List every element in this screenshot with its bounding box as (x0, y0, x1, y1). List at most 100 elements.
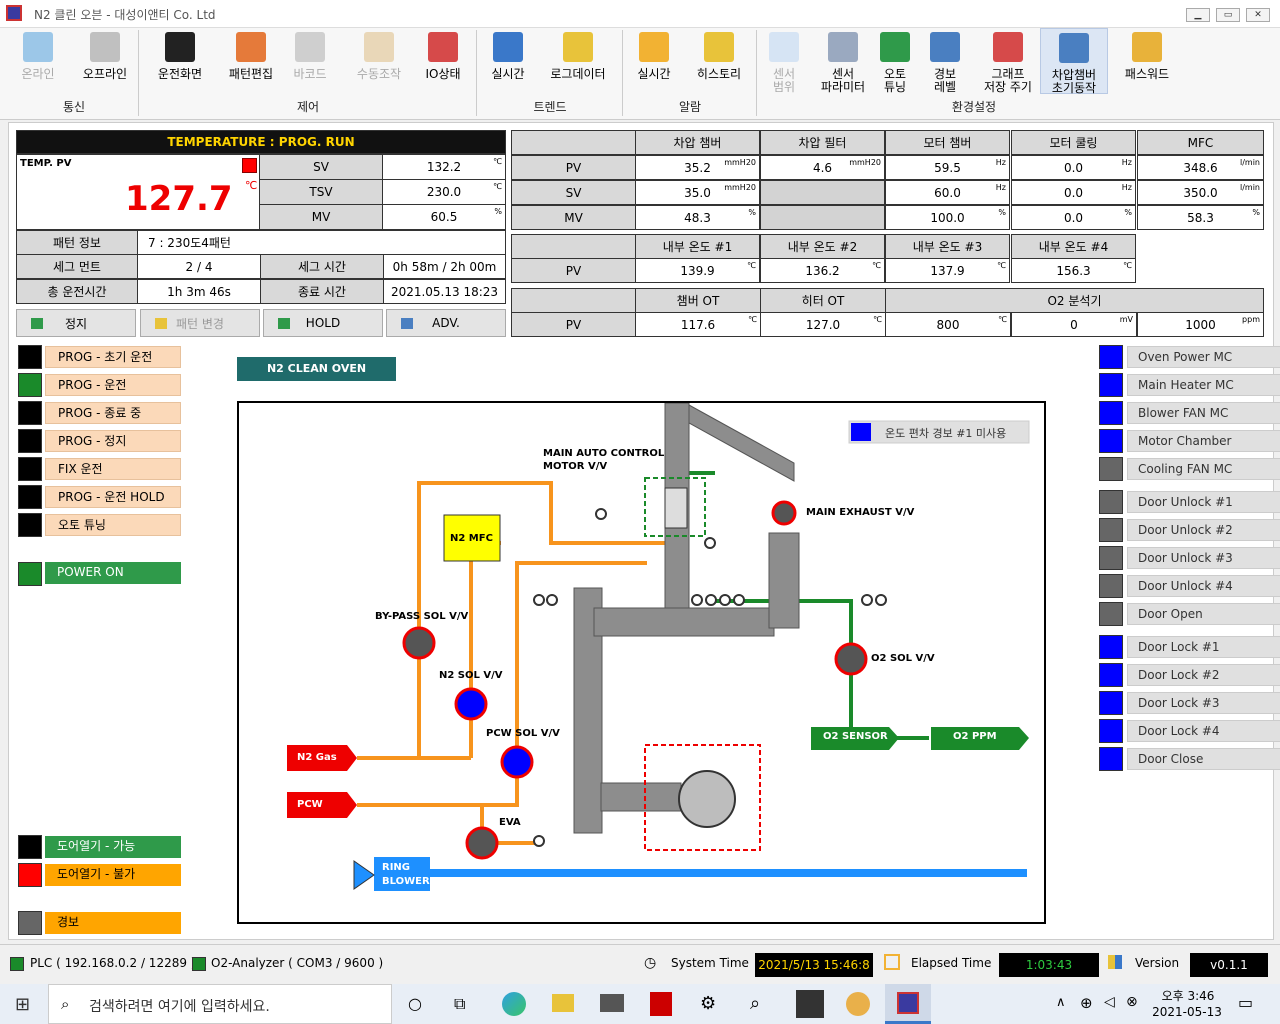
temp-row-unit: ℃ (493, 182, 502, 191)
o2sol-valve-label: O2 SOL V/V (871, 653, 935, 664)
total-time-value: 1h 3m 46s (137, 279, 261, 304)
grid2-col-header: 내부 온도 #2 (760, 234, 885, 259)
grid3-cell-value: 127.0 (805, 317, 841, 332)
temp-pv-value: 127.7 (125, 179, 233, 219)
paint-app-icon[interactable] (846, 992, 870, 1016)
ribbon-button-17[interactable]: 패스워드 (1116, 28, 1178, 100)
grid1-cell: 350.0 l/min (1137, 180, 1264, 205)
ribbon-button-16[interactable]: 차압챔버 초기동작 (1040, 28, 1108, 95)
grid1-cell (760, 205, 885, 230)
ribbon-button-5[interactable]: 수동조작 (346, 28, 412, 100)
grid3-cell: 127.0 ℃ (760, 312, 886, 337)
version-label: Version (1135, 956, 1180, 970)
ribbon-button-10[interactable]: 히스토리 (686, 28, 752, 100)
eva-label: EVA (499, 817, 521, 828)
ribbon-icon-8 (563, 32, 593, 62)
ribbon-button-3[interactable]: 패턴편집 (218, 28, 284, 100)
version-icon (1108, 955, 1122, 969)
settings-icon[interactable]: ⚙ (700, 993, 716, 1014)
grid1-cell-value: 0.0 (1063, 160, 1084, 175)
widgets-icon[interactable]: ⧉ (454, 994, 465, 1014)
ribbon-button-6[interactable]: IO상태 (416, 28, 470, 100)
grid2-cell: 156.3 ℃ (1011, 258, 1136, 283)
maximize-button[interactable]: ▭ (1216, 8, 1240, 22)
close-button[interactable]: ✕ (1246, 8, 1270, 22)
ribbon-button-11[interactable]: 센서 범위 (760, 28, 808, 100)
right-status-lamp (1099, 663, 1123, 687)
left-status-label: 오토 튜닝 (45, 514, 181, 536)
minimize-button[interactable]: ▁ (1186, 8, 1210, 22)
pcwsol-valve-label: PCW SOL V/V (486, 728, 560, 739)
ribbon-icon-7 (493, 32, 523, 62)
grid1-cell-value: 60.0 (934, 185, 961, 200)
grid1-row-label: SV (511, 180, 636, 205)
ribbon-group-label: 알람 (678, 100, 702, 114)
ribbon-button-14[interactable]: 경보 레벨 (922, 28, 968, 100)
segtime-label: 세그 시간 (260, 254, 384, 279)
edge-icon[interactable] (502, 992, 526, 1016)
alarm-lamp (18, 911, 42, 935)
right-status-label: Door Lock #3 (1127, 692, 1280, 714)
ribbon-separator (756, 30, 757, 116)
ribbon-button-9[interactable]: 실시간 (624, 28, 684, 100)
control-button-3[interactable]: ADV. (386, 309, 506, 337)
ribbon-icon-3 (236, 32, 266, 62)
grid2-col-header: 내부 온도 #3 (885, 234, 1010, 259)
grid1-cell: 35.2 mmH20 (635, 155, 760, 180)
temp-row-value: 132.2 (426, 160, 462, 174)
right-status-lamp (1099, 345, 1123, 369)
ribbon-icon-15 (993, 32, 1023, 62)
control-button-2[interactable]: HOLD (263, 309, 383, 337)
ribbon-button-0[interactable]: 온라인 (10, 28, 66, 100)
ribbon-button-15[interactable]: 그래프 저장 주기 (978, 28, 1038, 100)
ribbon-button-label: 로그데이터 (550, 67, 606, 81)
security-app-icon[interactable] (650, 992, 672, 1016)
ribbon-button-2[interactable]: 운전화면 (146, 28, 214, 100)
ribbon-button-8[interactable]: 로그데이터 (540, 28, 616, 100)
grid1-cell-value: 59.5 (934, 160, 961, 175)
control-button-1[interactable]: 패턴 변경 (140, 309, 260, 337)
ribbon-button-4[interactable]: 바코드 (280, 28, 340, 100)
tool-app-icon[interactable] (796, 990, 824, 1018)
grid3-cell: 0 mV (1011, 312, 1137, 337)
n2-oven-app-icon (897, 992, 919, 1014)
motor-vv-label: MOTOR V/V (543, 461, 608, 472)
grid3-corner (511, 288, 636, 313)
right-status-lamp (1099, 747, 1123, 771)
windows-start-icon[interactable]: ⊞ (15, 994, 30, 1015)
ribbon-button-label: 그래프 저장 주기 (984, 67, 1032, 94)
active-app-tile[interactable] (885, 984, 931, 1024)
grid2-cell: 136.2 ℃ (760, 258, 885, 283)
version-value: v0.1.1 (1190, 953, 1268, 977)
n2mfc-label: N2 MFC (450, 533, 493, 544)
ribbon-icon-14 (930, 32, 960, 62)
ribbon-button-label: 실시간 (491, 67, 525, 81)
tray-chevron-icon[interactable]: ∧ (1056, 995, 1066, 1010)
volume-icon[interactable]: ◁ (1104, 994, 1115, 1010)
ribbon-button-12[interactable]: 센서 파라미터 (812, 28, 874, 100)
ribbon: 온라인 오프라인 운전화면 패턴편집 바코드 수동조작 IO상태 실시간 로그데이터 실시간 히스토… (0, 28, 1280, 120)
action-center-icon[interactable]: ▭ (1238, 993, 1253, 1012)
control-button-icon (401, 318, 413, 329)
mail-icon[interactable] (600, 994, 624, 1012)
control-button-label: HOLD (305, 316, 341, 330)
network-icon[interactable]: ⊕ (1080, 994, 1093, 1012)
control-button-0[interactable]: 정지 (16, 309, 136, 337)
left-status-label: PROG - 종료 중 (45, 402, 181, 424)
grid1-cell-unit: Hz (995, 183, 1006, 192)
ribbon-button-13[interactable]: 오토 튜닝 (872, 28, 918, 100)
taskbar-search-box[interactable]: ⌕ 검색하려면 여기에 입력하세요. (48, 984, 392, 1024)
magnifier-icon[interactable]: ⌕ (750, 993, 760, 1014)
file-explorer-icon[interactable] (552, 994, 574, 1012)
ribbon-button-1[interactable]: 오프라인 (70, 28, 140, 100)
o2-ppm-label: O2 PPM (953, 731, 997, 742)
ribbon-icon-10 (704, 32, 734, 62)
search-icon: ⌕ (61, 995, 70, 1013)
ribbon-button-label: 패스워드 (1124, 67, 1170, 81)
notification-tray-icon[interactable]: ⊗ (1126, 994, 1138, 1010)
n2sol-valve-label: N2 SOL V/V (439, 670, 503, 681)
task-view-icon[interactable]: ○ (408, 994, 422, 1013)
ribbon-button-7[interactable]: 실시간 (480, 28, 536, 100)
ribbon-button-label: IO상태 (425, 67, 461, 81)
grid1-cell: 0.0 Hz (1011, 180, 1136, 205)
